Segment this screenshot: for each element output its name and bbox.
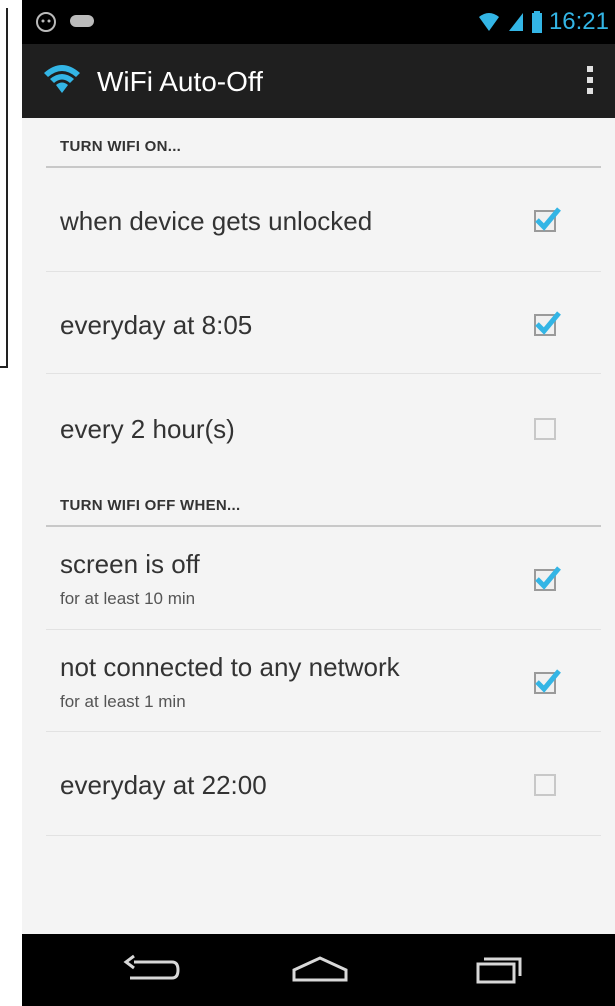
check-icon <box>535 207 561 231</box>
pref-title: when device gets unlocked <box>60 206 373 236</box>
game-controller-icon <box>70 15 94 27</box>
pref-item-every-hours[interactable]: every 2 hour(s) <box>22 374 615 480</box>
checkbox-everyday-off[interactable] <box>534 774 556 796</box>
wifi-signal-icon <box>478 13 499 31</box>
status-time: 16:21 <box>548 8 609 35</box>
back-button[interactable] <box>112 950 192 990</box>
pref-title: everyday at 22:00 <box>60 770 267 800</box>
home-icon <box>292 956 348 982</box>
section-header-label: TURN WIFI ON... <box>60 138 182 155</box>
pref-title: every 2 hour(s) <box>60 414 235 444</box>
wifi-icon[interactable] <box>42 63 82 97</box>
pref-summary: for at least 10 min <box>60 589 196 608</box>
pref-item-not-connected[interactable]: not connected to any network for at leas… <box>22 630 615 732</box>
check-icon <box>535 669 561 693</box>
status-bar: 16:21 <box>22 0 615 44</box>
pref-item-screen-off[interactable]: screen is off for at least 10 min <box>22 527 615 630</box>
recent-apps-icon <box>476 957 522 984</box>
preferences-list: TURN WIFI ON... when device gets unlocke… <box>22 118 615 934</box>
pref-title: everyday at 8:05 <box>60 310 253 340</box>
section-header-turn-off: TURN WIFI OFF WHEN... <box>22 480 615 527</box>
checkbox-not-connected[interactable] <box>534 669 561 694</box>
checkbox-screen-off[interactable] <box>534 566 561 591</box>
phone-screen: 16:21 WiFi Auto-Off TURN WIFI ON... when… <box>22 0 615 1006</box>
check-icon <box>535 566 561 590</box>
android-robot-icon <box>36 12 56 32</box>
system-status-icons: 16:21 <box>477 8 609 36</box>
check-icon <box>535 311 561 335</box>
pref-item-everyday-off[interactable]: everyday at 22:00 <box>22 732 615 836</box>
back-icon <box>123 954 180 980</box>
pref-item-everyday-on[interactable]: everyday at 8:05 <box>22 272 615 374</box>
app-title: WiFi Auto-Off <box>97 66 263 97</box>
action-bar: WiFi Auto-Off <box>22 44 615 118</box>
home-button[interactable] <box>280 950 360 990</box>
recent-apps-button[interactable] <box>458 950 538 990</box>
cell-signal-icon <box>508 13 523 31</box>
section-header-label: TURN WIFI OFF WHEN... <box>60 497 241 514</box>
navigation-bar <box>22 934 615 1006</box>
pref-item-unlock[interactable]: when device gets unlocked <box>22 168 615 272</box>
checkbox-every-hours[interactable] <box>534 418 556 440</box>
section-header-turn-on: TURN WIFI ON... <box>22 118 615 168</box>
overflow-menu-icon[interactable] <box>585 66 595 98</box>
pref-title: screen is off <box>60 549 200 579</box>
pref-title: not connected to any network <box>60 652 400 682</box>
checkbox-unlock[interactable] <box>534 207 561 232</box>
item-divider <box>46 835 601 836</box>
battery-icon <box>531 11 542 33</box>
left-bracket-marker <box>0 8 8 368</box>
notification-icons <box>34 10 96 32</box>
checkbox-everyday-on[interactable] <box>534 311 561 336</box>
pref-summary: for at least 1 min <box>60 692 186 711</box>
